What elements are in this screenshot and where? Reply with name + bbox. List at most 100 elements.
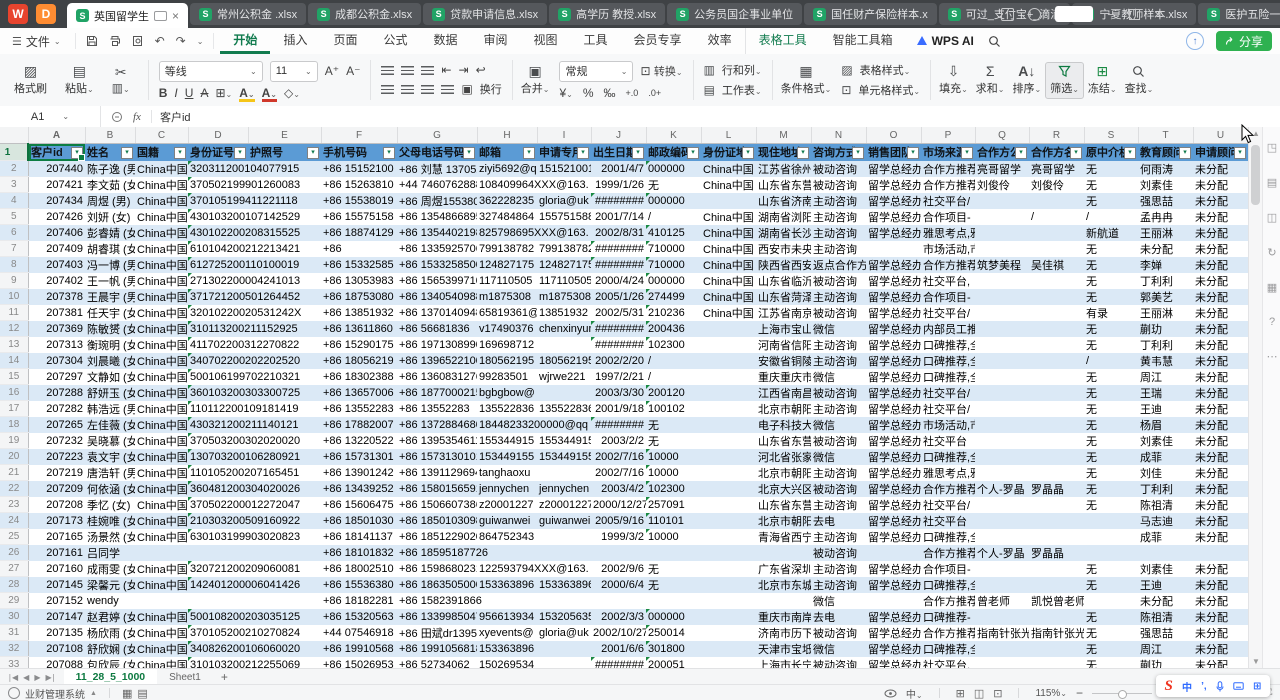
cell[interactable]: 指南针张光 xyxy=(1029,625,1084,641)
cell[interactable] xyxy=(537,657,591,669)
vertical-scrollbar[interactable]: ▲ ▼ xyxy=(1248,127,1263,668)
wps-logo[interactable]: W xyxy=(8,4,28,24)
cell[interactable]: 327484864 xyxy=(477,209,537,225)
undo-icon[interactable]: ↶ xyxy=(155,34,165,48)
column-letter[interactable]: K xyxy=(646,127,701,144)
cell[interactable]: 612725200110100019 xyxy=(188,257,248,273)
cell[interactable]: 孟冉冉 xyxy=(1138,209,1193,225)
row-number[interactable]: 11 xyxy=(0,305,28,321)
percent-icon[interactable]: % xyxy=(583,86,594,100)
cell[interactable]: 未分配 xyxy=(1193,369,1248,385)
notes-icon[interactable]: ▤ xyxy=(1267,176,1277,189)
cell[interactable]: v17490376 xyxy=(477,321,537,337)
cell[interactable]: 207088 xyxy=(28,657,85,669)
cell[interactable]: 无 xyxy=(1084,177,1138,193)
row-number[interactable]: 9 xyxy=(0,273,28,289)
cell[interactable] xyxy=(646,545,701,561)
cell[interactable]: 微信 xyxy=(811,321,866,337)
cell[interactable]: 207223 xyxy=(28,449,85,465)
cell[interactable]: 200436 xyxy=(646,321,701,337)
cell[interactable]: 合作方推荐 xyxy=(921,257,975,273)
add-sheet-button[interactable]: + xyxy=(213,670,236,684)
cell[interactable]: 主动咨询 xyxy=(811,577,866,593)
cell[interactable]: 主动咨询 xyxy=(811,337,866,353)
column-letter[interactable]: R xyxy=(1029,127,1084,144)
cell[interactable]: 117110505 xyxy=(477,273,537,289)
cell[interactable]: China中国 xyxy=(135,561,188,577)
normal-view-icon[interactable]: ⊞ xyxy=(956,687,965,700)
column-letter[interactable]: T xyxy=(1138,127,1193,144)
cell[interactable]: 口碑推荐- xyxy=(921,609,975,625)
cell[interactable] xyxy=(537,641,591,657)
cell[interactable]: 2003/4/2 xyxy=(591,481,646,497)
cell[interactable]: 返点合作方 xyxy=(811,257,866,273)
cell[interactable]: 370105199411221118 xyxy=(188,193,248,209)
cell[interactable]: 无 xyxy=(646,433,701,449)
cell[interactable]: China中国 xyxy=(135,417,188,433)
cell[interactable]: 山东省临沂 xyxy=(756,273,811,289)
cell[interactable] xyxy=(477,593,537,609)
font-size-select[interactable]: 11⌄ xyxy=(270,61,318,82)
cell[interactable]: 左佳薇 (女 xyxy=(85,417,135,433)
cell[interactable]: 142401200006041426 xyxy=(188,577,248,593)
cell[interactable]: 无 xyxy=(1084,625,1138,641)
row-number[interactable]: 29 xyxy=(0,593,28,609)
cell[interactable]: 合作项目- xyxy=(921,561,975,577)
cell[interactable] xyxy=(1029,529,1084,545)
cell[interactable]: China中国 xyxy=(135,449,188,465)
cell[interactable]: 留学总经办 xyxy=(866,561,921,577)
cell[interactable]: 207265 xyxy=(28,417,85,433)
column-header[interactable]: 市场来源▾ xyxy=(921,144,975,161)
cell[interactable]: 被动咨询 xyxy=(811,433,866,449)
cell[interactable]: 主动咨询 xyxy=(811,225,866,241)
cell[interactable]: 155751588 xyxy=(537,209,591,225)
cell[interactable]: 桂婉唯 (女 xyxy=(85,513,135,529)
cell[interactable]: 360481200304020026 xyxy=(188,481,248,497)
cell[interactable]: 口碑推荐,全 xyxy=(921,337,975,353)
column-letter[interactable]: H xyxy=(477,127,537,144)
cell[interactable]: 合作方推荐 xyxy=(921,161,975,177)
filter-icon[interactable]: ▾ xyxy=(463,147,475,159)
cell[interactable]: 825798695XXX@163. xyxy=(477,225,537,241)
filter-icon[interactable]: ▾ xyxy=(577,147,589,159)
cell[interactable] xyxy=(701,561,756,577)
column-letter[interactable]: G xyxy=(397,127,477,144)
cell[interactable]: +86 1877000215 xyxy=(397,385,477,401)
cell[interactable]: 陈子逸 (男 xyxy=(85,161,135,177)
cell[interactable]: 210236 xyxy=(646,305,701,321)
cell[interactable]: 陈祖清 xyxy=(1138,497,1193,513)
cell[interactable]: 210303200509160922 xyxy=(188,513,248,529)
save-icon[interactable] xyxy=(86,35,98,47)
cell[interactable]: 上海市长宁 xyxy=(756,657,811,669)
increase-indent-icon[interactable]: ⇥ xyxy=(459,63,469,77)
worksheet-button[interactable]: 工作表⌄ xyxy=(722,82,762,98)
cell[interactable]: 未分配 xyxy=(1193,337,1248,353)
cell[interactable]: 2003/3/30 xyxy=(591,385,646,401)
column-letter[interactable]: J xyxy=(591,127,646,144)
cell[interactable]: 蒯玏 xyxy=(1138,321,1193,337)
cell[interactable]: 301800 xyxy=(646,641,701,657)
cell[interactable]: 153205635 xyxy=(537,609,591,625)
cell[interactable]: 2002/9/6 xyxy=(591,561,646,577)
cell[interactable]: 710000 xyxy=(646,241,701,257)
filter-icon[interactable]: ▾ xyxy=(121,147,133,159)
cell[interactable] xyxy=(975,193,1029,209)
cell[interactable]: 未分配 xyxy=(1193,433,1248,449)
cell[interactable]: 季忆 (女) xyxy=(85,497,135,513)
cell[interactable] xyxy=(1029,305,1084,321)
cell[interactable]: 153363896 xyxy=(537,577,591,593)
cell[interactable]: chenxinyur xyxy=(537,321,591,337)
cell[interactable]: 未分配 xyxy=(1193,273,1248,289)
cell[interactable]: 个人-罗晶 xyxy=(975,481,1029,497)
redo-icon[interactable]: ↷ xyxy=(176,34,186,48)
cell[interactable]: 无 xyxy=(1084,465,1138,481)
cell[interactable]: China中国 xyxy=(135,577,188,593)
cell[interactable]: +86 1863505000 xyxy=(397,577,477,593)
cell[interactable]: z20001227 xyxy=(537,497,591,513)
cell[interactable]: +44 7460762888 xyxy=(397,177,477,193)
language-mode-button[interactable]: 中⌄ xyxy=(906,686,923,700)
cell[interactable]: +86 18753080 xyxy=(321,289,397,305)
cell[interactable]: 未分配 xyxy=(1193,401,1248,417)
cell[interactable]: 207297 xyxy=(28,369,85,385)
eye-icon[interactable] xyxy=(884,689,897,698)
